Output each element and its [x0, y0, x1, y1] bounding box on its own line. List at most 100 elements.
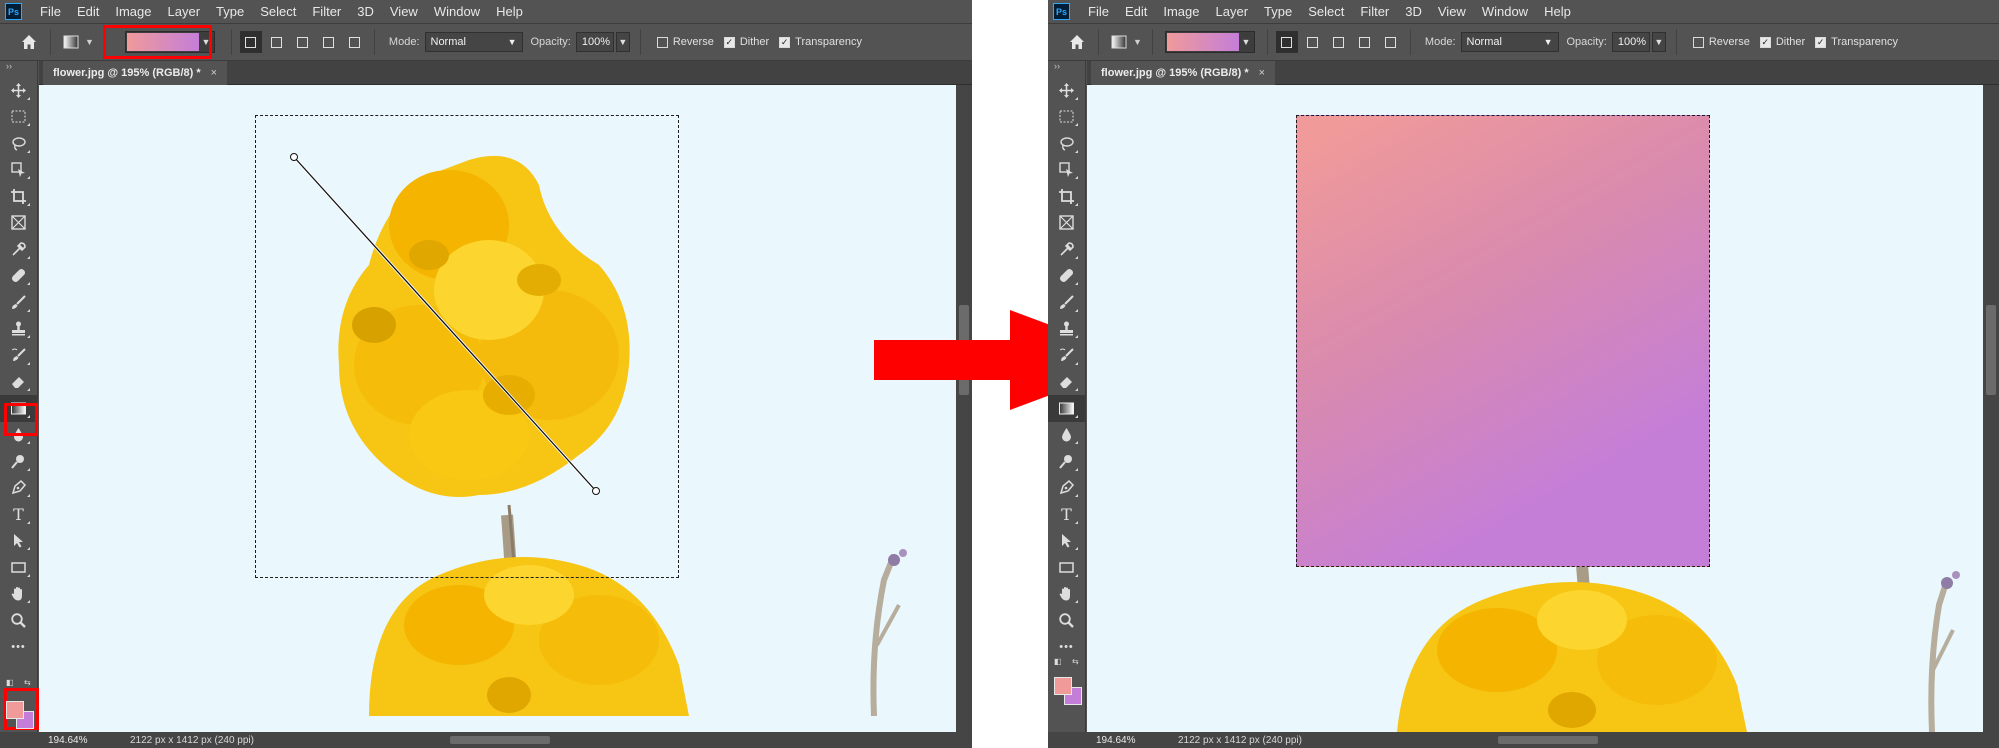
opacity-dropdown[interactable]: ▼: [1651, 32, 1666, 52]
default-colors-icon[interactable]: ◧: [6, 678, 14, 687]
frame-icon[interactable]: [1048, 210, 1085, 237]
checkbox-box[interactable]: [656, 36, 668, 48]
path-select-icon[interactable]: [0, 528, 37, 555]
zoom-level[interactable]: 194.64%: [1096, 735, 1158, 746]
eraser-icon[interactable]: [0, 369, 37, 396]
path-select-icon[interactable]: [1048, 528, 1085, 555]
checkmark-icon[interactable]: ✓: [1815, 36, 1827, 48]
eyedropper-icon[interactable]: [0, 236, 37, 263]
pen-icon[interactable]: [1048, 475, 1085, 502]
vertical-scrollbar[interactable]: [1983, 85, 1999, 732]
expand-panel-icon[interactable]: ››: [1048, 61, 1085, 77]
pen-icon[interactable]: [0, 475, 37, 502]
menu-file[interactable]: File: [1080, 4, 1117, 19]
menu-file[interactable]: File: [32, 4, 69, 19]
transparency-checkbox[interactable]: ✓ Transparency: [1815, 36, 1898, 48]
menu-type[interactable]: Type: [208, 4, 252, 19]
menu-view[interactable]: View: [1430, 4, 1474, 19]
horizontal-scroll-thumb[interactable]: [450, 736, 550, 744]
close-icon[interactable]: ×: [1259, 67, 1265, 79]
history-brush-icon[interactable]: [1048, 342, 1085, 369]
marquee-icon[interactable]: [1048, 104, 1085, 131]
chevron-down-icon[interactable]: ▼: [85, 37, 94, 47]
zoom-icon[interactable]: [0, 607, 37, 634]
document-tab[interactable]: flower.jpg @ 195% (RGB/8) * ×: [43, 61, 228, 85]
hand-icon[interactable]: [0, 581, 37, 608]
menu-filter[interactable]: Filter: [304, 4, 349, 19]
reflected-gradient-button[interactable]: [318, 31, 340, 53]
swap-colors-icon[interactable]: ⇆: [24, 678, 31, 687]
default-colors-icon[interactable]: ◧: [1054, 657, 1062, 666]
mode-select[interactable]: Normal ▼: [424, 32, 523, 52]
menu-edit[interactable]: Edit: [69, 4, 107, 19]
reflected-gradient-button[interactable]: [1354, 31, 1376, 53]
home-icon[interactable]: [1062, 27, 1092, 57]
angle-gradient-button[interactable]: [1328, 31, 1350, 53]
object-select-icon[interactable]: [1048, 157, 1085, 184]
gradient-swatch[interactable]: [1166, 33, 1239, 51]
checkbox-box[interactable]: [1692, 36, 1704, 48]
rectangle-icon[interactable]: [1048, 554, 1085, 581]
lasso-icon[interactable]: [0, 130, 37, 157]
menu-image[interactable]: Image: [1155, 4, 1207, 19]
expand-panel-icon[interactable]: ››: [0, 61, 37, 77]
checkmark-icon[interactable]: ✓: [1759, 36, 1771, 48]
menu-select[interactable]: Select: [1300, 4, 1352, 19]
menu-layer[interactable]: Layer: [1208, 4, 1257, 19]
menu-3d[interactable]: 3D: [349, 4, 382, 19]
crop-icon[interactable]: [0, 183, 37, 210]
brush-icon[interactable]: [1048, 289, 1085, 316]
checkmark-icon[interactable]: ✓: [723, 36, 735, 48]
angle-gradient-button[interactable]: [292, 31, 314, 53]
gradient-icon[interactable]: [1048, 395, 1085, 422]
transparency-checkbox[interactable]: ✓ Transparency: [779, 36, 862, 48]
document-tab[interactable]: flower.jpg @ 195% (RGB/8) * ×: [1091, 61, 1276, 85]
type-icon[interactable]: T: [1048, 501, 1085, 528]
rectangle-icon[interactable]: [0, 554, 37, 581]
menu-3d[interactable]: 3D: [1397, 4, 1430, 19]
linear-gradient-button[interactable]: [1275, 31, 1298, 53]
object-select-icon[interactable]: [0, 157, 37, 184]
eyedropper-icon[interactable]: [1048, 236, 1085, 263]
eraser-icon[interactable]: [1048, 369, 1085, 396]
frame-icon[interactable]: [0, 210, 37, 237]
chevron-down-icon[interactable]: ▼: [1239, 33, 1253, 51]
stamp-icon[interactable]: [0, 316, 37, 343]
healing-icon[interactable]: [1048, 263, 1085, 290]
swap-colors-icon[interactable]: ⇆: [1072, 657, 1079, 666]
document-canvas[interactable]: [1087, 85, 1983, 732]
menu-layer[interactable]: Layer: [160, 4, 209, 19]
reverse-checkbox[interactable]: Reverse: [1692, 36, 1750, 48]
reverse-checkbox[interactable]: Reverse: [656, 36, 714, 48]
gradient-picker[interactable]: ▼: [1164, 31, 1255, 53]
move-icon[interactable]: [0, 77, 37, 104]
blur-icon[interactable]: [1048, 422, 1085, 449]
menu-edit[interactable]: Edit: [1117, 4, 1155, 19]
healing-icon[interactable]: [0, 263, 37, 290]
menu-help[interactable]: Help: [1536, 4, 1579, 19]
radial-gradient-button[interactable]: [1302, 31, 1324, 53]
gradient-tool-preset-icon[interactable]: [1109, 32, 1129, 52]
gradient-tool-preset-icon[interactable]: [61, 32, 81, 52]
chevron-down-icon[interactable]: ▼: [1133, 37, 1142, 47]
zoom-icon[interactable]: [1048, 607, 1085, 634]
diamond-gradient-button[interactable]: [1380, 31, 1402, 53]
move-icon[interactable]: [1048, 77, 1085, 104]
close-icon[interactable]: ×: [211, 67, 217, 79]
stamp-icon[interactable]: [1048, 316, 1085, 343]
menu-select[interactable]: Select: [252, 4, 304, 19]
home-icon[interactable]: [14, 27, 44, 57]
crop-icon[interactable]: [1048, 183, 1085, 210]
menu-window[interactable]: Window: [1474, 4, 1536, 19]
hand-icon[interactable]: [1048, 581, 1085, 608]
menu-type[interactable]: Type: [1256, 4, 1300, 19]
horizontal-scroll-thumb[interactable]: [1498, 736, 1598, 744]
scroll-thumb[interactable]: [1986, 305, 1996, 395]
zoom-level[interactable]: 194.64%: [48, 735, 110, 746]
lasso-icon[interactable]: [1048, 130, 1085, 157]
menu-filter[interactable]: Filter: [1352, 4, 1397, 19]
diamond-gradient-button[interactable]: [344, 31, 366, 53]
dodge-icon[interactable]: [0, 448, 37, 475]
type-icon[interactable]: T: [0, 501, 37, 528]
marquee-icon[interactable]: [0, 104, 37, 131]
